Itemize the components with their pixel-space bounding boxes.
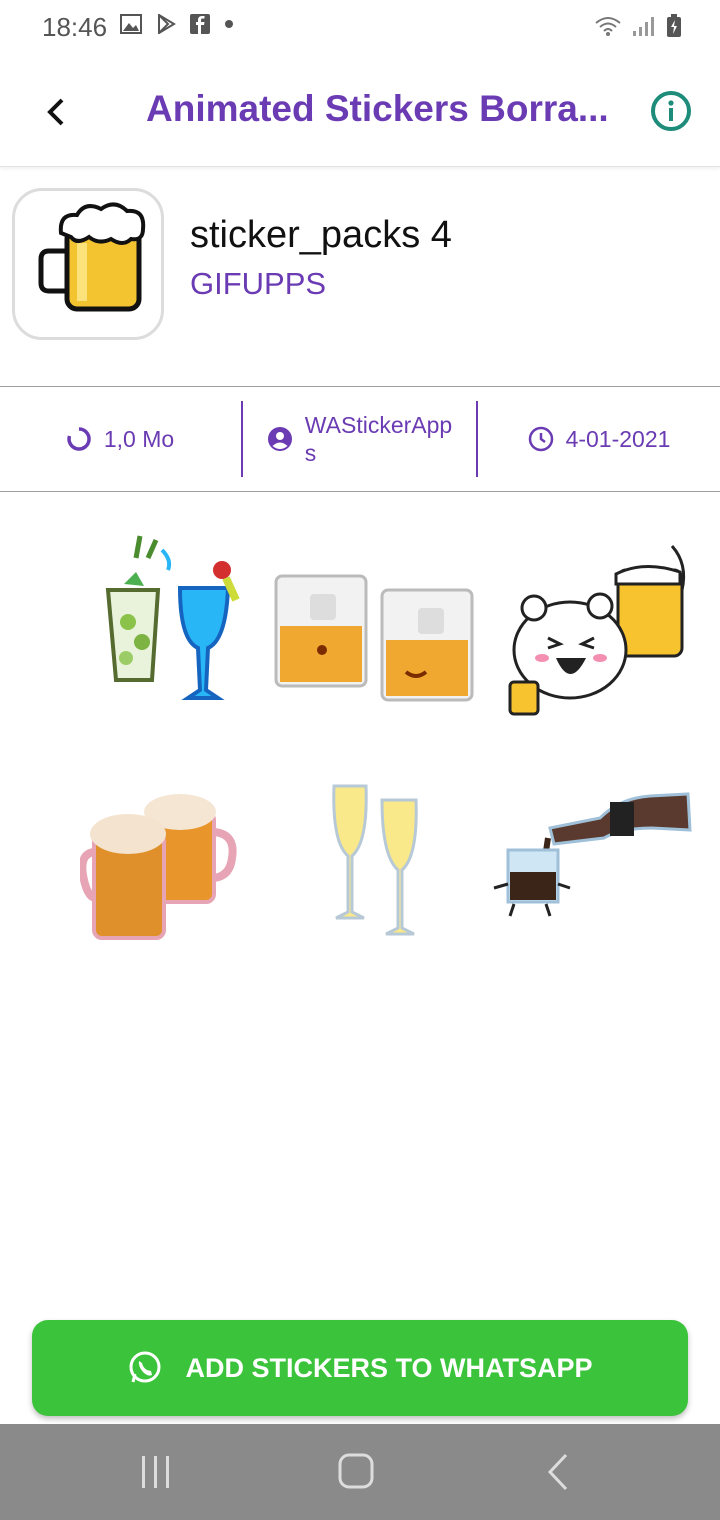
status-time: 18:46 <box>42 12 108 42</box>
battery-icon <box>667 14 681 37</box>
author-name-line2: s <box>304 440 317 466</box>
play-store-icon <box>158 14 176 34</box>
gallery-icon <box>120 14 142 34</box>
soda-bottle-sticker-image <box>493 792 692 917</box>
sticker-beer-mugs[interactable] <box>78 788 280 988</box>
arrow-back-icon <box>47 98 64 126</box>
file-size: 1,0 Mo <box>0 387 240 491</box>
cocktails-sticker-image <box>105 535 240 700</box>
add-to-whatsapp-label: ADD STICKERS TO WHATSAPP <box>185 1352 593 1383</box>
notification-icons <box>120 14 234 34</box>
wifi-icon <box>595 17 621 36</box>
back-nav-button[interactable] <box>534 1452 582 1492</box>
loading-circle-icon <box>67 427 91 451</box>
whatsapp-icon <box>129 1351 161 1383</box>
recent-apps-button[interactable] <box>132 1452 180 1492</box>
sticker-cocktails[interactable] <box>76 530 276 730</box>
author-name-line1: WAStickerApp <box>304 412 453 438</box>
sticker-soda-bottle[interactable] <box>490 788 692 988</box>
whisky-glasses-sticker-image <box>274 574 474 702</box>
dot-icon <box>225 20 233 28</box>
info-button[interactable] <box>650 90 692 132</box>
system-status-icons <box>594 14 682 38</box>
home-button[interactable] <box>332 1452 380 1492</box>
recent-apps-icon <box>142 1456 169 1488</box>
pack-name: sticker_packs 4 <box>190 214 452 256</box>
pack-publisher: GIFUPPS <box>190 266 327 301</box>
info-icon <box>651 91 691 131</box>
sticker-whisky-glasses[interactable] <box>272 550 474 750</box>
navigation-bar <box>0 1424 720 1520</box>
back-nav-icon <box>547 1453 568 1491</box>
beer-mugs-sticker-image <box>78 794 237 940</box>
clock-icon <box>528 426 553 452</box>
bear-beer-sticker-image <box>508 545 686 716</box>
author: WAStickerApp s <box>243 387 476 491</box>
app-bar: Animated Stickers Borra... <box>0 56 720 167</box>
file-size-value: 1,0 Mo <box>103 425 175 452</box>
pack-info-row: 1,0 Mo WAStickerApp s 4-01-2021 <box>0 387 720 492</box>
account-circle-icon <box>267 427 292 451</box>
updated-date: 4-01-2021 <box>478 387 720 491</box>
pack-header: sticker_packs 4 GIFUPPS <box>0 166 720 387</box>
page-title: Animated Stickers Borra... <box>146 88 609 129</box>
signal-icon <box>633 17 654 36</box>
champagne-glasses-sticker-image <box>332 784 418 936</box>
updated-date-value: 4-01-2021 <box>565 425 671 452</box>
back-button[interactable] <box>36 92 76 132</box>
add-to-whatsapp-button[interactable]: ADD STICKERS TO WHATSAPP <box>32 1320 688 1416</box>
pack-tray-icon <box>12 188 164 340</box>
sticker-bear-beer[interactable] <box>504 540 704 740</box>
status-bar: 18:46 <box>0 0 720 56</box>
beer-mug-icon <box>38 202 146 312</box>
facebook-icon <box>190 14 210 34</box>
home-icon <box>338 1453 374 1489</box>
